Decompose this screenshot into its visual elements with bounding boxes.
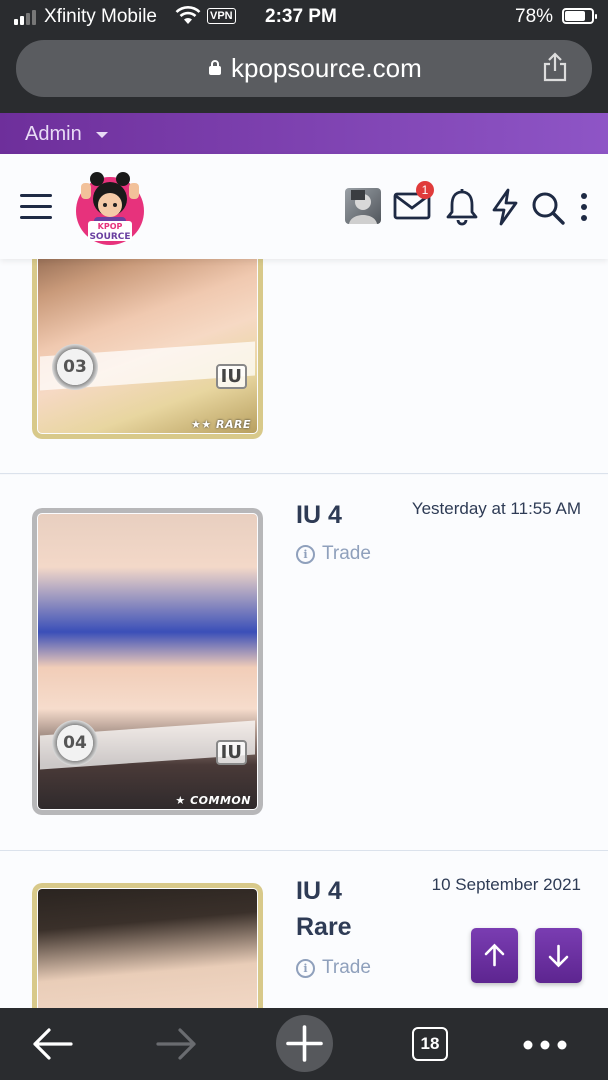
arrow-up-icon — [484, 943, 505, 967]
message-count-badge: 1 — [416, 181, 434, 199]
back-arrow-icon[interactable] — [31, 1027, 73, 1066]
category-label: Trade — [322, 543, 371, 564]
card-image[interactable]: 04 IU ★ COMMON — [32, 508, 263, 815]
plus-icon — [286, 1025, 323, 1062]
browser-toolbar: 18 — [0, 1008, 608, 1080]
logo-text-bottom: SOURCE — [89, 232, 130, 242]
menu-icon[interactable] — [20, 194, 52, 220]
item-category[interactable]: i Trade — [296, 543, 371, 565]
lightning-icon[interactable] — [490, 188, 520, 226]
more-icon[interactable] — [522, 1038, 568, 1056]
share-icon[interactable] — [542, 52, 568, 82]
item-date: Yesterday at 11:55 AM — [411, 499, 581, 518]
more-options-icon[interactable] — [579, 192, 589, 222]
battery-percent: 78% — [515, 6, 554, 27]
status-bar: Xfinity Mobile VPN 2:37 PM 78% — [0, 0, 608, 34]
search-icon[interactable] — [530, 190, 566, 226]
forward-arrow-icon — [156, 1027, 198, 1066]
info-icon: i — [296, 958, 315, 978]
browser-chrome: Xfinity Mobile VPN 2:37 PM 78% kpopsourc… — [0, 0, 608, 113]
scroll-to-bottom-button[interactable] — [535, 928, 582, 983]
item-title[interactable]: IU 4 Rare — [296, 873, 352, 945]
logo-text-top: KPOP — [98, 222, 123, 231]
arrow-down-icon — [548, 944, 569, 968]
battery-level — [565, 11, 585, 21]
list-item[interactable]: 04 IU ★ COMMON IU 4 Yesterday at 11:55 A… — [0, 475, 608, 851]
info-icon: i — [296, 544, 315, 564]
new-tab-button[interactable] — [276, 1015, 333, 1072]
wifi-icon — [175, 6, 201, 26]
item-category[interactable]: i Trade — [296, 957, 371, 979]
scroll-to-top-button[interactable] — [471, 928, 518, 983]
item-title[interactable]: IU 4 — [296, 497, 342, 533]
signal-icon — [14, 10, 36, 25]
admin-label: Admin — [25, 123, 82, 145]
admin-menu[interactable]: Admin — [0, 113, 608, 154]
site-header: KPOP SOURCE 1 — [0, 154, 608, 259]
url-text: kpopsource.com — [231, 53, 422, 83]
card-image[interactable] — [32, 883, 263, 1008]
tabs-button[interactable]: 18 — [412, 1027, 448, 1061]
chevron-down-icon — [96, 132, 108, 138]
bell-icon[interactable] — [445, 188, 479, 226]
avatar[interactable] — [345, 188, 381, 224]
lock-icon — [209, 60, 221, 75]
item-date: 10 September 2021 — [431, 875, 581, 894]
carrier-name: Xfinity Mobile — [44, 6, 157, 27]
list-item[interactable]: 03 IU ★★ RARE — [0, 259, 608, 474]
site-logo[interactable]: KPOP SOURCE — [72, 159, 148, 251]
category-label: Trade — [322, 957, 371, 978]
battery-icon — [562, 8, 597, 24]
vpn-badge: VPN — [207, 8, 236, 24]
card-image[interactable]: 03 IU ★★ RARE — [32, 259, 263, 439]
address-bar[interactable]: kpopsource.com — [16, 40, 592, 97]
trade-list: 03 IU ★★ RARE 04 IU ★ COMMON IU 4 Yester… — [0, 259, 608, 1008]
clock: 2:37 PM — [265, 6, 337, 27]
